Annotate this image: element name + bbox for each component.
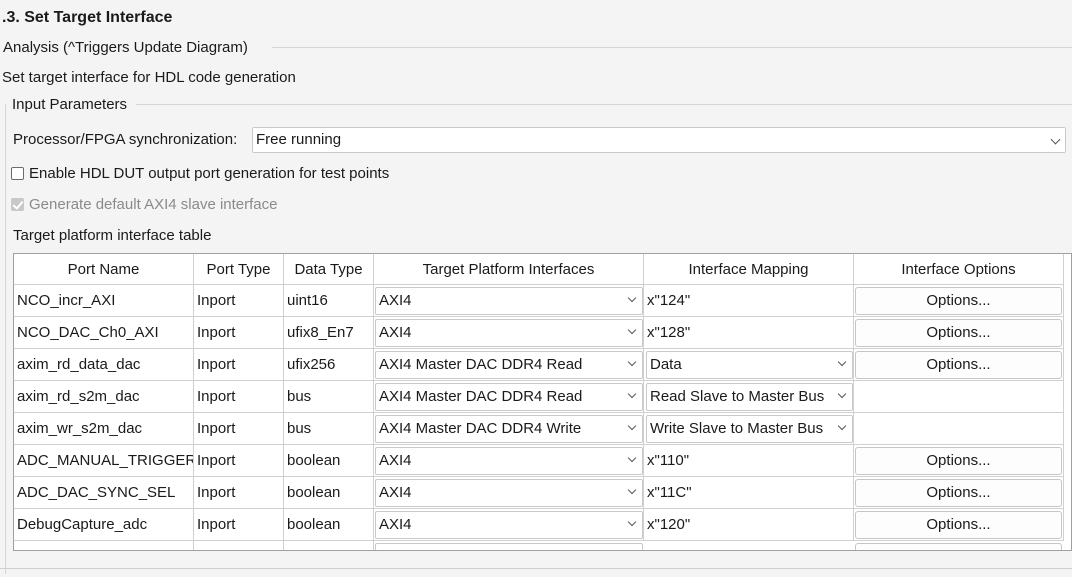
cell-port-type: Inport: [194, 509, 284, 541]
options-button[interactable]: Options...: [855, 479, 1062, 507]
cell-port-name: axim_wr_s2m_dac: [14, 413, 194, 445]
chevron-down-icon: [627, 293, 637, 303]
table-row-partial: [284, 541, 374, 550]
target-interface-value: AXI4 Master DAC DDR4 Write: [379, 420, 582, 437]
cell-port-name: axim_rd_s2m_dac: [14, 381, 194, 413]
interface-mapping-value: Read Slave to Master Bus: [650, 388, 825, 405]
target-interface-value: AXI4: [379, 484, 412, 501]
target-interface-select[interactable]: AXI4 Master DAC DDR4 Write: [375, 415, 643, 443]
cell-port-type: Inport: [194, 381, 284, 413]
table-row-partial: [14, 541, 194, 550]
axi4-slave-checkbox[interactable]: [11, 198, 24, 211]
cell-interface-mapping[interactable]: x"128": [644, 317, 854, 349]
cell-port-type: Inport: [194, 477, 284, 509]
chevron-down-icon: [837, 389, 847, 399]
bottom-divider: [0, 568, 1072, 569]
chevron-down-icon: [837, 421, 847, 431]
chevron-down-icon: [627, 357, 637, 367]
table-row-partial: [194, 541, 284, 550]
cell-port-name: ADC_MANUAL_TRIGGER: [14, 445, 194, 477]
input-parameters-label: Input Parameters: [12, 96, 128, 113]
header-port-type: Port Type: [194, 254, 284, 285]
cell-port-type: Inport: [194, 445, 284, 477]
sync-select-value: Free running: [256, 131, 342, 148]
options-button[interactable]: Options...: [855, 287, 1062, 315]
interface-mapping-select[interactable]: Read Slave to Master Bus: [646, 383, 853, 411]
chevron-down-icon: [627, 421, 637, 431]
options-button[interactable]: Options...: [855, 351, 1062, 379]
target-interface-value: AXI4 Master DAC DDR4 Read: [379, 388, 583, 405]
cell-interface-options: [854, 381, 1064, 413]
cell-port-type: Inport: [194, 413, 284, 445]
options-button[interactable]: Options...: [855, 319, 1062, 347]
cell-interface-mapping[interactable]: x"110": [644, 445, 854, 477]
target-interface-value: AXI4: [379, 516, 412, 533]
target-interface-select[interactable]: AXI4: [375, 287, 643, 315]
target-interface-value: AXI4: [379, 292, 412, 309]
target-interface-select[interactable]: AXI4: [375, 319, 643, 347]
section-title: .3. Set Target Interface: [2, 9, 173, 26]
header-interface-options: Interface Options: [854, 254, 1064, 285]
header-data-type: Data Type: [284, 254, 374, 285]
header-target-interfaces: Target Platform Interfaces: [374, 254, 644, 285]
cell-port-name: NCO_incr_AXI: [14, 285, 194, 317]
analysis-separator: [272, 47, 1072, 48]
cell-port-name: DebugCapture_adc: [14, 509, 194, 541]
axi4-slave-label: Generate default AXI4 slave interface: [29, 196, 278, 213]
target-interface-select[interactable]: AXI4: [375, 479, 643, 507]
chevron-down-icon: [627, 485, 637, 495]
target-interface-value: AXI4: [379, 324, 412, 341]
chevron-down-icon: [1050, 134, 1061, 145]
cell-data-type: ufix256: [284, 349, 374, 381]
target-interface-value: AXI4 Master DAC DDR4 Read: [379, 356, 583, 373]
interface-mapping-value: Write Slave to Master Bus: [650, 420, 824, 437]
cell-port-name: axim_rd_data_dac: [14, 349, 194, 381]
sync-label: Processor/FPGA synchronization:: [13, 131, 238, 148]
cell-data-type: ufix8_En7: [284, 317, 374, 349]
interface-mapping-select[interactable]: Data: [646, 351, 853, 379]
target-interface-select[interactable]: AXI4: [375, 511, 643, 539]
chevron-down-icon: [627, 453, 637, 463]
cell-data-type: boolean: [284, 445, 374, 477]
description-text: Set target interface for HDL code genera…: [2, 69, 296, 86]
target-interface-select[interactable]: AXI4 Master DAC DDR4 Read: [375, 383, 643, 411]
cell-interface-options: [854, 413, 1064, 445]
cell-port-type: Inport: [194, 285, 284, 317]
cell-data-type: uint16: [284, 285, 374, 317]
chevron-down-icon: [627, 389, 637, 399]
cell-interface-mapping[interactable]: x"124": [644, 285, 854, 317]
input-parameters-separator: [136, 104, 1072, 105]
analysis-label: Analysis (^Triggers Update Diagram): [3, 39, 248, 56]
cell-port-type: Inport: [194, 317, 284, 349]
chevron-down-icon: [627, 325, 637, 335]
cell-port-name: ADC_DAC_SYNC_SEL: [14, 477, 194, 509]
cell-port-name: NCO_DAC_Ch0_AXI: [14, 317, 194, 349]
target-interface-select[interactable]: [375, 543, 643, 550]
target-interface-select[interactable]: AXI4 Master DAC DDR4 Read: [375, 351, 643, 379]
enable-dut-checkbox[interactable]: [11, 167, 24, 180]
options-button[interactable]: Options...: [855, 511, 1062, 539]
enable-dut-label: Enable HDL DUT output port generation fo…: [29, 165, 390, 182]
options-button[interactable]: [855, 543, 1062, 550]
cell-data-type: boolean: [284, 477, 374, 509]
target-interface-value: AXI4: [379, 452, 412, 469]
group-left-border: [5, 104, 6, 574]
cell-port-type: Inport: [194, 349, 284, 381]
cell-data-type: bus: [284, 381, 374, 413]
sync-select[interactable]: Free running: [252, 127, 1066, 153]
target-interface-select[interactable]: AXI4: [375, 447, 643, 475]
cell-data-type: bus: [284, 413, 374, 445]
table-label: Target platform interface table: [13, 227, 212, 244]
cell-interface-mapping[interactable]: x"11C": [644, 477, 854, 509]
chevron-down-icon: [627, 517, 637, 527]
header-port-name: Port Name: [14, 254, 194, 285]
interface-mapping-select[interactable]: Write Slave to Master Bus: [646, 415, 853, 443]
chevron-down-icon: [837, 357, 847, 367]
options-button[interactable]: Options...: [855, 447, 1062, 475]
interface-mapping-value: Data: [650, 356, 682, 373]
interface-table: Port Name Port Type Data Type Target Pla…: [13, 253, 1072, 551]
cell-data-type: boolean: [284, 509, 374, 541]
cell-interface-mapping[interactable]: x"120": [644, 509, 854, 541]
header-interface-mapping: Interface Mapping: [644, 254, 854, 285]
